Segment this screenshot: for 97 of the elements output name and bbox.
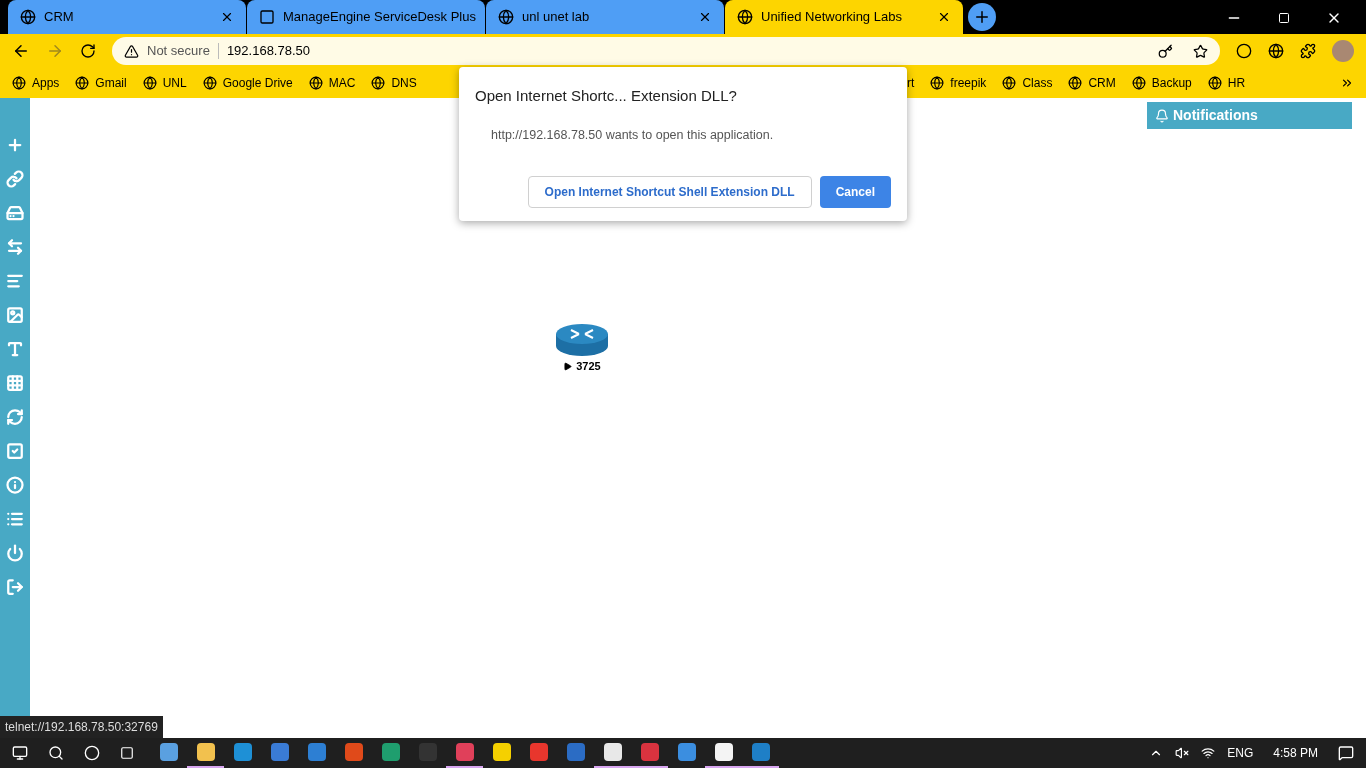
- drive-icon[interactable]: [6, 204, 24, 222]
- bookmark[interactable]: DNS: [371, 74, 417, 92]
- list-icon[interactable]: [6, 510, 24, 528]
- bookmark[interactable]: freepik: [930, 74, 987, 92]
- close-icon[interactable]: [698, 10, 712, 24]
- dialog-message: http://192.168.78.50 wants to open this application.: [491, 126, 775, 144]
- back-icon[interactable]: [12, 42, 30, 60]
- arrows-icon[interactable]: [6, 238, 24, 256]
- url-text: 192.168.78.50: [226, 42, 311, 61]
- add-icon: [973, 8, 991, 26]
- app-icon: [529, 743, 548, 761]
- app-icon: [751, 743, 770, 761]
- globe-icon: [930, 76, 945, 90]
- security-label: Not secure: [147, 42, 210, 61]
- task-view-icon[interactable]: [120, 746, 134, 760]
- app-icon: [640, 743, 659, 761]
- app-icon: [344, 743, 363, 761]
- app-icon: [603, 743, 622, 761]
- bell-icon: [1155, 108, 1169, 123]
- globe-icon: [1002, 76, 1017, 90]
- image-icon[interactable]: [6, 306, 24, 324]
- close-icon[interactable]: [220, 10, 234, 24]
- play-icon[interactable]: [563, 361, 573, 371]
- router-icon[interactable]: [555, 322, 609, 358]
- extensions-icon[interactable]: [1300, 43, 1316, 59]
- bookmark[interactable]: HR: [1207, 74, 1246, 92]
- app-icon: [196, 743, 215, 761]
- browser-tab[interactable]: CRM: [8, 0, 246, 34]
- wifi-icon[interactable]: [1201, 746, 1216, 760]
- refresh-icon[interactable]: [6, 408, 24, 426]
- reload-icon[interactable]: [80, 43, 96, 59]
- site-icon: [20, 9, 36, 25]
- open-button[interactable]: Open Internet Shortcut Shell Extension DLL: [527, 176, 812, 209]
- new-tab-button[interactable]: [968, 3, 996, 31]
- site-icon: [737, 9, 753, 25]
- bookmark[interactable]: Apps: [12, 74, 60, 92]
- tab-title: CRM: [44, 8, 75, 27]
- bookmark[interactable]: Backup: [1131, 74, 1192, 92]
- close-icon[interactable]: [937, 10, 951, 24]
- app-icon: [159, 743, 178, 761]
- bookmark[interactable]: UNL: [142, 74, 187, 92]
- link-icon[interactable]: [6, 170, 24, 188]
- bookmark[interactable]: CRM: [1068, 74, 1116, 92]
- star-icon[interactable]: [1193, 43, 1208, 59]
- globe-icon: [308, 76, 323, 90]
- address-field[interactable]: Not secure 192.168.78.50: [112, 37, 1220, 65]
- lines-icon[interactable]: [6, 272, 24, 290]
- globe-icon: [75, 76, 90, 90]
- cancel-button[interactable]: Cancel: [819, 176, 891, 209]
- logout-icon[interactable]: [6, 578, 24, 596]
- globe-icon: [1207, 76, 1222, 90]
- globe-icon: [1131, 76, 1146, 90]
- node-label: 3725: [563, 358, 601, 375]
- globe-icon: [371, 76, 386, 90]
- globe-icon: [142, 76, 157, 90]
- app-icon: [492, 743, 511, 761]
- grid-icon[interactable]: [6, 374, 24, 392]
- power-icon[interactable]: [6, 544, 24, 562]
- dialog-title: Open Internet Shortc... Extension DLL?: [475, 86, 738, 106]
- app-icon: [270, 743, 289, 761]
- tab-title: Unified Networking Labs: [761, 8, 903, 27]
- globe-icon: [202, 76, 217, 90]
- more-bookmarks-icon[interactable]: [1340, 76, 1354, 90]
- info-icon[interactable]: [6, 476, 24, 494]
- checkbox-icon[interactable]: [6, 442, 24, 460]
- key-icon[interactable]: [1158, 43, 1173, 59]
- globe-icon: [1068, 76, 1083, 90]
- notifications-icon[interactable]: [1338, 745, 1354, 761]
- app-icon: [714, 743, 733, 761]
- bookmark[interactable]: rt: [907, 74, 915, 92]
- tab-title: unl unet lab: [522, 8, 591, 27]
- site-icon: [498, 9, 514, 25]
- app-icon: [381, 743, 400, 761]
- browser-tab[interactable]: Unified Networking Labs: [725, 0, 963, 34]
- clock[interactable]: 4:58 PM: [1273, 744, 1318, 762]
- bookmark[interactable]: Gmail: [75, 74, 127, 92]
- bookmark[interactable]: Google Drive: [202, 74, 293, 92]
- app-icon: [677, 743, 696, 761]
- add-icon[interactable]: [6, 136, 24, 154]
- mute-icon[interactable]: [1175, 746, 1190, 760]
- language-indicator[interactable]: ENG: [1227, 744, 1254, 762]
- app-icon: [455, 743, 474, 761]
- text-icon[interactable]: [6, 340, 24, 358]
- search-icon[interactable]: [48, 745, 64, 761]
- bookmark[interactable]: Class: [1002, 74, 1053, 92]
- app-icon: [307, 743, 326, 761]
- circle-icon[interactable]: [84, 745, 100, 761]
- app-icon: [566, 743, 585, 761]
- app-icon: [233, 743, 252, 761]
- globe-icon: [12, 76, 26, 90]
- site-icon: [259, 9, 275, 25]
- tab-title: ManageEngine ServiceDesk Plus: [283, 8, 476, 27]
- browser-tab[interactable]: ManageEngine ServiceDesk Plus: [247, 0, 485, 34]
- browser-tab[interactable]: unl unet lab: [486, 0, 724, 34]
- warning-icon: [124, 43, 139, 59]
- bookmark[interactable]: MAC: [308, 74, 356, 92]
- maximize-icon[interactable]: [1278, 12, 1290, 24]
